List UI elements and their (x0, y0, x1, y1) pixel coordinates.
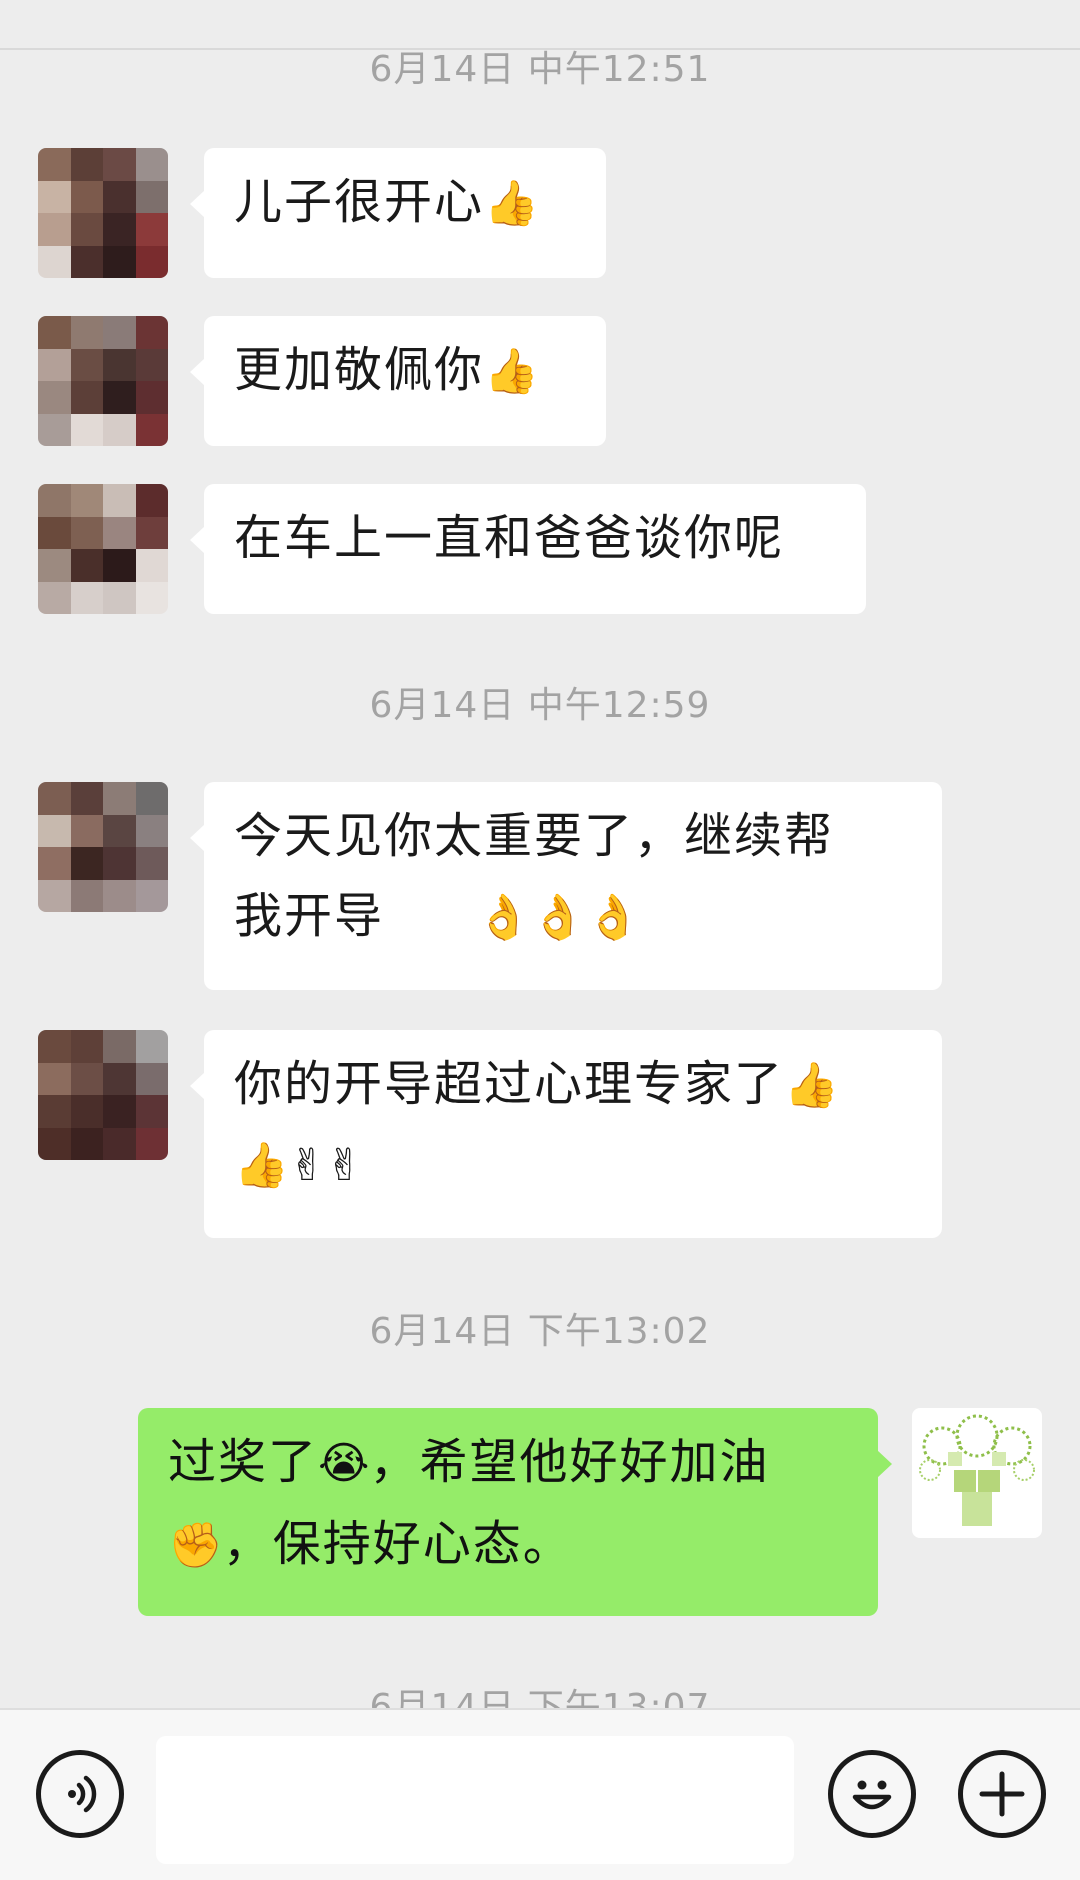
message-bubble[interactable]: 更加敬佩你👍 (190, 316, 606, 446)
chat-screen: 6月14日 中午12:51 儿子很开心👍 更加敬佩你👍 在车上一直和爸爸谈你呢 … (0, 0, 1080, 1880)
message-text-line: 你的开导超过心理专家了 (234, 1056, 785, 1112)
emoji-button[interactable] (828, 1750, 916, 1838)
thumbs-up-icon: 👍 (484, 178, 539, 229)
message-bubble[interactable]: 儿子很开心👍 (190, 148, 606, 278)
my-avatar[interactable] (912, 1408, 1042, 1538)
timestamp: 6月14日 中午12:59 (369, 685, 711, 726)
voice-icon (68, 1775, 97, 1813)
raised-fist-icon: ✊ (168, 1520, 223, 1571)
contact-avatar[interactable] (38, 782, 168, 912)
message-text: ，希望他好好加油 (369, 1434, 770, 1490)
message-text: ，保持好心态。 (222, 1516, 573, 1572)
emoji-smiley-icon (852, 1780, 892, 1810)
thumbs-up-icon: 👍 (784, 1060, 839, 1111)
message-input[interactable] (156, 1736, 794, 1864)
more-button[interactable] (958, 1750, 1046, 1838)
timestamp: 6月14日 下午13:07 (369, 1687, 711, 1708)
contact-avatar[interactable] (38, 316, 168, 446)
plus-icon (979, 1771, 1025, 1817)
message-text-line: 我开导 (234, 888, 385, 944)
voice-button[interactable] (36, 1750, 124, 1838)
message-text: 更加敬佩你 (234, 342, 485, 398)
timestamp: 6月14日 下午13:02 (369, 1311, 711, 1352)
message-bubble[interactable]: 在车上一直和爸爸谈你呢 (190, 484, 866, 614)
thumbs-up-icon: 👍 (484, 346, 539, 397)
message-text: 过奖了 (168, 1434, 319, 1490)
ok-hand-icon: 👌👌👌 (476, 892, 641, 943)
message-text-line: 今天见你太重要了，继续帮 (234, 808, 835, 864)
message-bubble[interactable]: 今天见你太重要了，继续帮 我开导 👌👌👌 (190, 782, 942, 990)
input-bar (0, 1708, 1080, 1880)
message-text: 儿子很开心 (234, 174, 485, 230)
timestamp: 6月14日 中午12:51 (369, 49, 711, 90)
crying-face-icon: 😭 (318, 1438, 370, 1489)
contact-avatar[interactable] (38, 484, 168, 614)
message-bubble[interactable]: 你的开导超过心理专家了👍 👍✌✌ (190, 1030, 942, 1238)
tree-avatar-icon (919, 1414, 1035, 1526)
emoji-line: 👍✌✌ (234, 1140, 363, 1191)
contact-avatar[interactable] (38, 148, 168, 278)
message-text: 在车上一直和爸爸谈你呢 (234, 510, 785, 566)
contact-avatar[interactable] (38, 1030, 168, 1160)
my-message-bubble[interactable]: 过奖了😭，希望他好好加油 ✊，保持好心态。 (138, 1408, 892, 1616)
